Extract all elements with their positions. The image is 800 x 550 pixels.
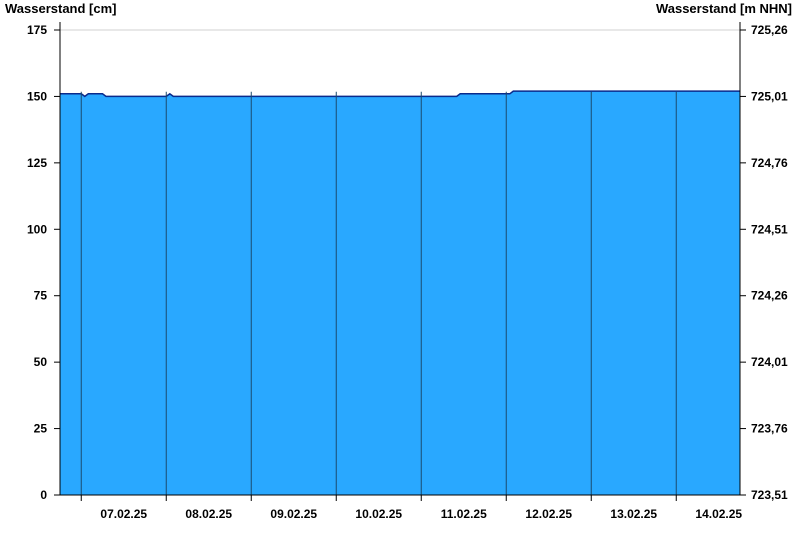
- x-tick-label: 14.02.25: [695, 507, 742, 521]
- series-layer: [60, 90, 740, 495]
- x-tick-label: 11.02.25: [441, 507, 487, 521]
- x-tick-label: 07.02.25: [100, 507, 147, 521]
- x-tick-label: 13.02.25: [610, 507, 657, 521]
- y-tick-label-left: 0: [40, 488, 47, 502]
- y-tick-label-left: 100: [27, 222, 47, 236]
- x-tick-label: 12.02.25: [525, 507, 572, 521]
- x-tick-label: 10.02.25: [355, 507, 402, 521]
- x-tick-label: 09.02.25: [270, 507, 317, 521]
- y-tick-label-left: 150: [27, 89, 47, 103]
- y-tick-label-left: 125: [27, 156, 47, 170]
- y-tick-label-right: 723,51: [751, 488, 788, 502]
- y-tick-label-left: 25: [34, 422, 48, 436]
- y-tick-label-left: 75: [34, 289, 48, 303]
- y-tick-label-right: 723,76: [751, 422, 788, 436]
- y-tick-label-right: 725,26: [751, 23, 788, 37]
- y-tick-label-right: 724,01: [751, 355, 788, 369]
- water-level-chart: 07.02.25 08.02.25 09.02.25 10.02.25 11.02.25…: [27, 22, 788, 521]
- y-tick-label-left: 175: [27, 23, 47, 37]
- y-tick-label-right: 725,01: [751, 89, 788, 103]
- y-tick-label-left: 50: [34, 355, 48, 369]
- y-tick-label-right: 724,76: [751, 156, 788, 170]
- y-tick-label-right: 724,26: [751, 289, 788, 303]
- x-tick-label: 08.02.25: [185, 507, 232, 521]
- y-tick-label-right: 724,51: [751, 222, 788, 236]
- series-area-0: [60, 91, 740, 495]
